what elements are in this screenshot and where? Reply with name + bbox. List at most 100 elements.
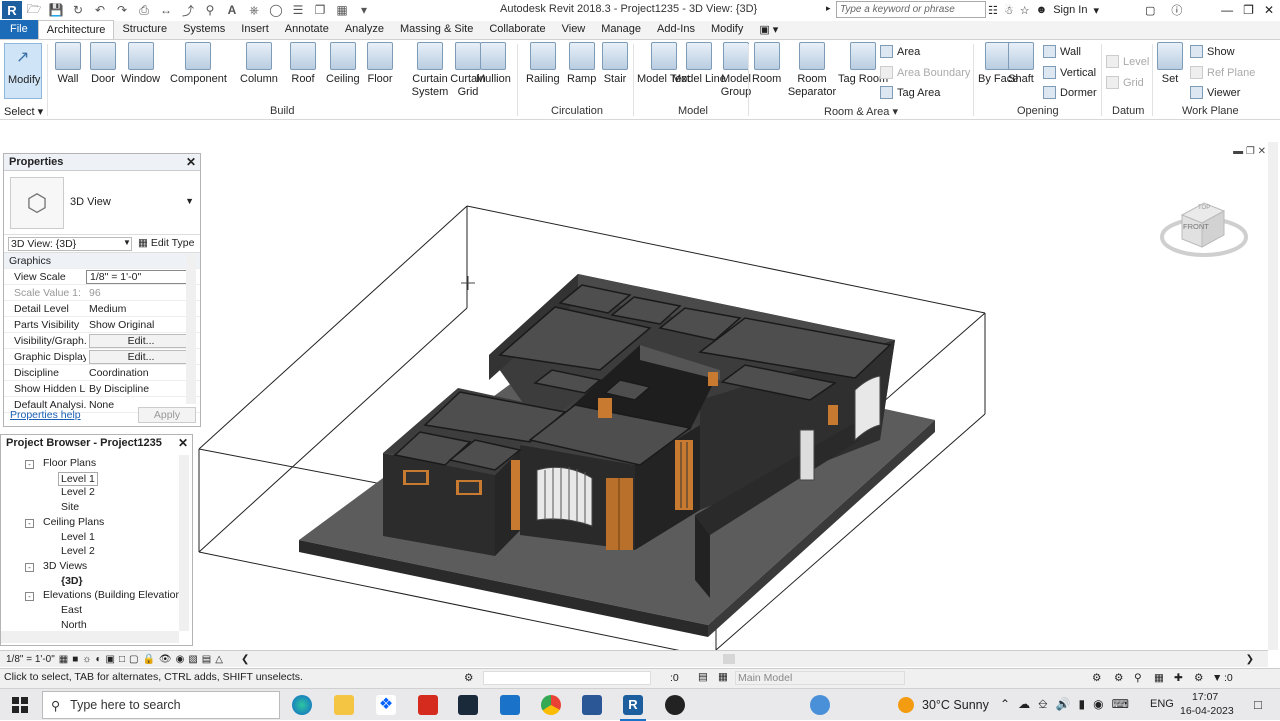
ceiling-button[interactable]: Ceiling <box>326 42 360 86</box>
tab-add-ins[interactable]: Add-Ins <box>649 20 703 39</box>
canvas-vertical-scrollbar[interactable] <box>1268 142 1278 650</box>
edit-button[interactable]: Edit... <box>89 349 190 364</box>
minimize-icon[interactable]: — <box>1221 3 1233 17</box>
default-3d-view-icon[interactable]: ⎈ <box>244 1 264 19</box>
ramp-button[interactable]: Ramp <box>567 42 596 86</box>
viewcube-front-label[interactable]: FRONT <box>1183 222 1209 231</box>
revit-logo-button[interactable]: R <box>2 1 22 19</box>
worksharing-icon[interactable]: ▧ <box>188 654 197 665</box>
binoculars-icon[interactable]: ☷ <box>988 4 998 17</box>
sketchup-icon[interactable] <box>458 695 478 715</box>
battery-icon[interactable]: ▮ <box>1078 697 1085 712</box>
browser-view-item[interactable]: Level 1 <box>58 471 98 486</box>
help-app-icon[interactable] <box>810 695 830 715</box>
tab-analyze[interactable]: Analyze <box>337 20 392 39</box>
roof-button[interactable]: Roof <box>290 42 316 86</box>
tab-structure[interactable]: Structure <box>114 20 175 39</box>
clock-time[interactable]: 17:07 <box>1192 691 1218 703</box>
favorites-icon[interactable]: ☆ <box>1020 4 1030 17</box>
properties-help-link[interactable]: Properties help <box>10 409 81 421</box>
taskbar-search[interactable]: ⚲ Type here to search <box>42 691 280 719</box>
edge-icon[interactable] <box>292 695 312 715</box>
wall-small-button[interactable]: Wall <box>1043 45 1081 58</box>
railing-button[interactable]: Railing <box>526 42 560 86</box>
acrobat-icon[interactable] <box>418 695 438 715</box>
tab-massing-site[interactable]: Massing & Site <box>392 20 481 39</box>
select-links-icon[interactable]: ⚙ <box>1092 672 1101 684</box>
component-button[interactable]: Component <box>170 42 227 86</box>
dimension-icon[interactable]: ⤴ <box>178 1 198 19</box>
temp-hide-icon[interactable]: 👁 <box>159 654 172 665</box>
user-icon[interactable]: ☻ <box>1036 4 1048 16</box>
show-crop-icon[interactable]: ▢ <box>129 654 138 665</box>
cart-icon[interactable]: ▢ <box>1145 4 1155 17</box>
sun-path-icon[interactable]: ☼ <box>82 654 91 665</box>
dropbox-icon[interactable]: ❖ <box>376 695 396 715</box>
switch-windows-icon[interactable]: ▦ <box>332 1 352 19</box>
sign-in-button[interactable]: Sign In <box>1053 4 1087 16</box>
browser-category[interactable]: 3D Views <box>43 560 87 572</box>
dormer-small-button[interactable]: Dormer <box>1043 86 1097 99</box>
weather-sun-icon[interactable] <box>898 697 914 713</box>
close-icon[interactable]: ✕ <box>178 436 188 450</box>
recorder-icon[interactable] <box>665 695 685 715</box>
browser-category[interactable]: Elevations (Building Elevation <box>43 589 179 601</box>
property-value[interactable]: 1/8" = 1'-0" <box>86 269 190 284</box>
select-underlay-icon[interactable]: ⚙ <box>1114 672 1123 684</box>
room-area-panel-label[interactable]: Room & Area ▾ <box>824 105 898 118</box>
tab-architecture[interactable]: Architecture <box>37 20 115 39</box>
show-hidden-icons[interactable]: ⌃ <box>1000 697 1010 712</box>
ref-plane-small-button[interactable]: Ref Plane <box>1190 66 1255 79</box>
browser-vertical-scrollbar[interactable] <box>179 455 189 631</box>
sign-in-dropdown-icon[interactable]: ▾ <box>1093 4 1099 17</box>
viewcube-top-label[interactable]: TOP <box>1198 205 1210 211</box>
detail-level-icon[interactable]: ▦ <box>59 654 68 665</box>
subscription-icon[interactable]: ☃ <box>1004 4 1014 17</box>
tab-systems[interactable]: Systems <box>175 20 233 39</box>
save-icon[interactable]: 💾 <box>46 1 66 19</box>
area-boundary-small-button[interactable]: Area Boundary <box>880 66 970 79</box>
tag-icon[interactable]: ⚲ <box>200 1 220 19</box>
network-icon[interactable]: ⎒ <box>1038 697 1047 712</box>
chevron-down-icon[interactable]: ▼ <box>185 196 194 206</box>
floor-button[interactable]: Floor <box>367 42 393 86</box>
window-button[interactable]: Window <box>121 42 160 86</box>
tab-insert[interactable]: Insert <box>233 20 277 39</box>
help-icon[interactable]: ⓘ <box>1171 2 1182 18</box>
measure-icon[interactable]: ↔ <box>156 1 176 19</box>
weather-text[interactable]: 30°C Sunny <box>922 698 989 712</box>
revit-taskbar-icon[interactable]: R <box>623 695 643 715</box>
design-option-select[interactable]: Main Model <box>735 671 905 685</box>
browser-view-item[interactable]: Site <box>61 501 79 513</box>
collapse-toggle-icon[interactable]: - <box>25 592 34 602</box>
reveal-hidden-icon[interactable]: ◉ <box>176 654 185 665</box>
restore-icon[interactable]: ❐ <box>1243 3 1254 17</box>
volume-icon[interactable]: 🔊 <box>1056 697 1071 712</box>
edit-button[interactable]: Edit... <box>89 333 190 348</box>
level-small-button[interactable]: Level <box>1106 55 1149 68</box>
mullion-button[interactable]: Mullion <box>476 42 511 86</box>
type-selector[interactable]: ⬡ 3D View ▼ <box>4 171 200 235</box>
tag-area-small-button[interactable]: Tag Area <box>880 86 940 99</box>
view-instance-select[interactable]: 3D View: {3D} <box>8 237 132 251</box>
visual-style-icon[interactable]: ■ <box>72 654 78 665</box>
browser-view-item[interactable]: Level 1 <box>61 531 95 543</box>
word-icon[interactable] <box>582 695 602 715</box>
print-icon[interactable]: ⎙ <box>134 1 154 19</box>
text-icon[interactable]: A <box>222 1 242 19</box>
undo-icon[interactable]: ↶ <box>90 1 110 19</box>
collapse-toggle-icon[interactable]: - <box>25 460 34 469</box>
area-small-button[interactable]: Area <box>880 45 920 58</box>
viewcube[interactable]: FRONT TOP <box>1158 195 1250 268</box>
view-scale-button[interactable]: 1/8" = 1'-0" <box>6 654 55 665</box>
drag-on-selection-icon[interactable]: ✚ <box>1174 672 1183 684</box>
design-options-icon[interactable]: ▦ <box>718 671 728 683</box>
close-hidden-windows-icon[interactable]: ❐ <box>310 1 330 19</box>
globe-icon[interactable]: ◉ <box>1093 697 1103 712</box>
ribbon-display-toggle-icon[interactable]: ▣ ▾ <box>751 20 786 39</box>
close-icon[interactable]: ✕ <box>1264 3 1274 17</box>
edit-type-button[interactable]: ▦ Edit Type <box>138 237 194 249</box>
collapse-toggle-icon[interactable]: - <box>25 562 34 572</box>
file-explorer-icon[interactable] <box>334 695 354 715</box>
help-search-input[interactable]: Type a keyword or phrase <box>836 1 986 18</box>
